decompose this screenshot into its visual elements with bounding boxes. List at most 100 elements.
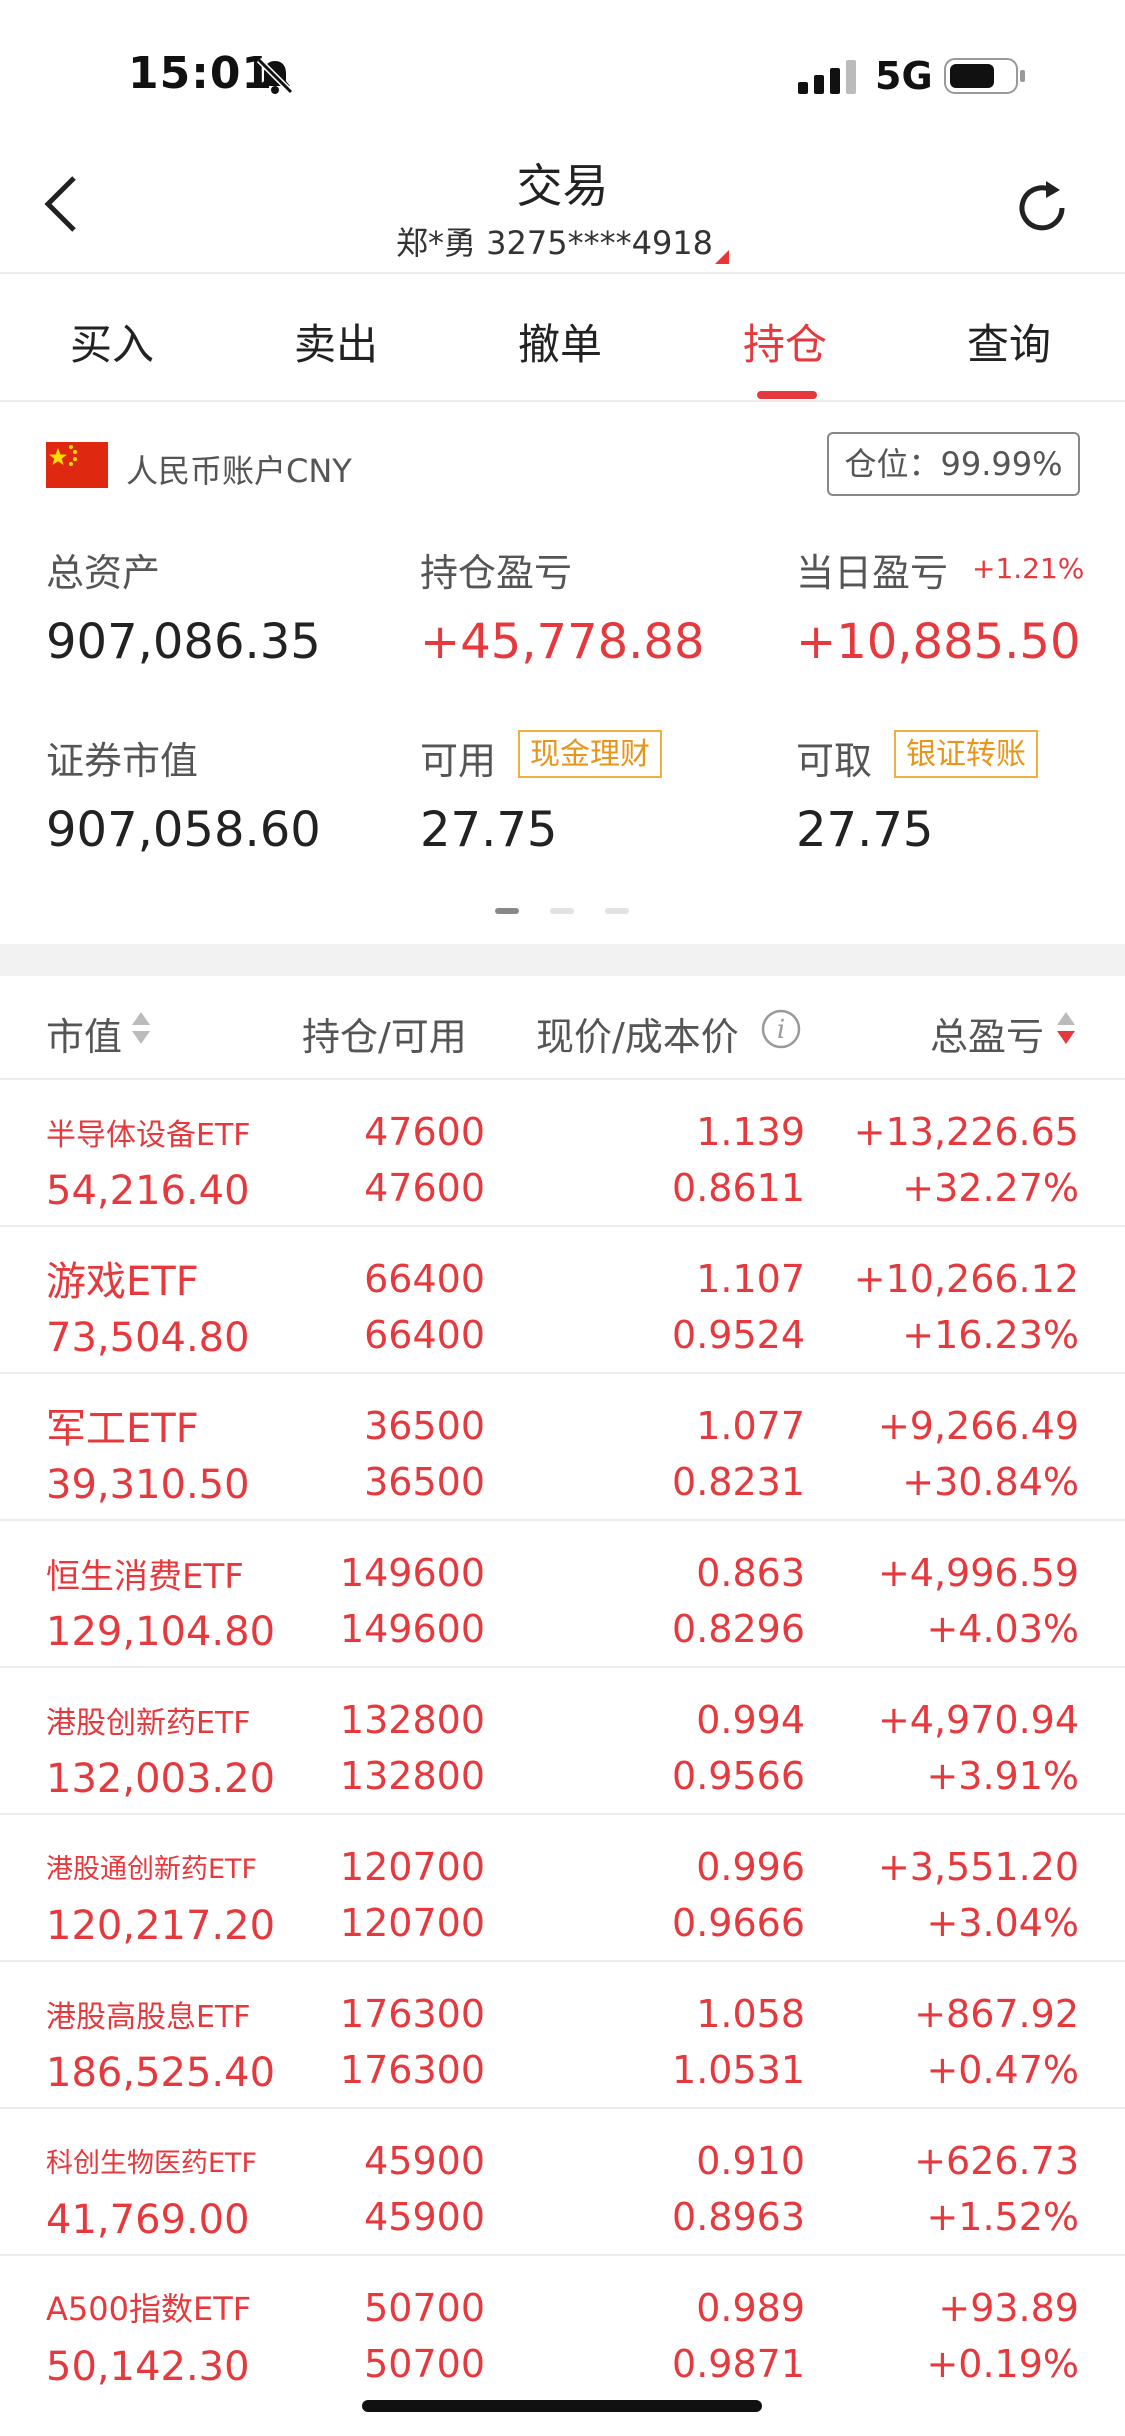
table-row[interactable]: 游戏ETF 73,504.80 66400 66400 1.107 0.9524… [0,1225,1125,1372]
total-pl-percent: +16.23% [902,1313,1079,1357]
tab-positions[interactable]: 持仓 [743,311,827,372]
cost-price: 0.8611 [672,1166,805,1210]
table-row[interactable]: 港股高股息ETF 186,525.40 176300 176300 1.058 … [0,1960,1125,2107]
sort-desc-icon[interactable] [1055,1010,1077,1046]
tab-sell[interactable]: 卖出 [294,311,378,372]
current-price: 1.139 [696,1110,805,1154]
status-time: 15:01 [128,48,274,99]
market-value: 41,769.00 [46,2197,250,2243]
market-value: 73,504.80 [46,1315,250,1361]
total-pl: +626.73 [914,2139,1079,2183]
current-price: 0.989 [696,2286,805,2330]
refresh-icon[interactable] [1010,176,1074,240]
positions-table-header: 市值 持仓/可用 现价/成本价 i 总盈亏 [0,976,1125,1078]
available-qty: 120700 [339,1901,485,1945]
total-assets-label: 总资产 [46,551,161,595]
total-pl-percent: +4.03% [926,1607,1079,1651]
security-name: 游戏ETF [46,1259,199,1305]
tab-cancel[interactable]: 撤单 [518,311,602,372]
table-row[interactable]: 科创生物医药ETF 41,769.00 45900 45900 0.910 0.… [0,2107,1125,2254]
available-qty: 149600 [339,1607,485,1651]
current-price: 1.058 [696,1992,805,2036]
available-qty: 176300 [339,2048,485,2092]
market-value: 120,217.20 [46,1903,276,1949]
total-pl-percent: +0.47% [926,2048,1079,2092]
security-name: 港股创新药ETF [46,1706,251,1741]
cost-price: 0.8231 [672,1460,805,1504]
header-total-pl[interactable]: 总盈亏 [930,1006,1044,1061]
current-price: 1.077 [696,1404,805,1448]
table-row[interactable]: 半导体设备ETF 54,216.40 47600 47600 1.139 0.8… [0,1078,1125,1225]
holding-qty: 47600 [364,1110,485,1154]
position-ratio-badge: 仓位：99.99% [827,432,1080,496]
currency-account-label: 人民币账户CNY [126,452,352,490]
network-type: 5G [875,54,933,98]
info-icon[interactable]: i [760,1008,802,1050]
available-value: 27.75 [420,802,558,858]
total-pl: +93.89 [938,2286,1079,2330]
market-value: 129,104.80 [46,1609,276,1655]
security-name: A500指数ETF [46,2290,252,2328]
market-value-value: 907,058.60 [46,802,321,858]
china-flag-icon [46,442,108,488]
total-pl: +867.92 [914,1992,1079,2036]
account-selector[interactable]: 郑*勇 3275****4918 [0,218,1125,264]
page-dot [550,908,574,914]
total-pl: +10,266.12 [853,1257,1079,1301]
holding-qty: 176300 [339,1992,485,2036]
tab-buy[interactable]: 买入 [70,311,154,372]
total-pl-percent: +30.84% [902,1460,1079,1504]
nav-header: 交易 郑*勇 3275****4918 [0,150,1125,270]
security-name: 军工ETF [46,1406,199,1452]
total-assets-value: 907,086.35 [46,614,321,670]
table-row[interactable]: 军工ETF 39,310.50 36500 36500 1.077 0.8231… [0,1372,1125,1519]
signal-icon [798,60,856,94]
page-dot [605,908,629,914]
cost-price: 0.8296 [672,1607,805,1651]
total-pl-percent: +3.04% [926,1901,1079,1945]
current-price: 1.107 [696,1257,805,1301]
daily-pl-value: +10,885.50 [796,614,1081,670]
withdrawable-label: 可取 [796,739,873,783]
holding-pl-label: 持仓盈亏 [420,551,573,595]
withdrawable-value: 27.75 [796,802,934,858]
status-bar: 15:01 5G [0,0,1125,150]
holding-qty: 45900 [364,2139,485,2183]
active-tab-indicator [757,391,817,399]
header-price-cost: 现价/成本价 [536,1015,739,1059]
available-qty: 132800 [339,1754,485,1798]
table-row[interactable]: 恒生消费ETF 129,104.80 149600 149600 0.863 0… [0,1519,1125,1666]
table-row[interactable]: 港股创新药ETF 132,003.20 132800 132800 0.994 … [0,1666,1125,1813]
available-qty: 36500 [364,1460,485,1504]
security-name: 港股高股息ETF [46,2000,251,2035]
cost-price: 0.8963 [672,2195,805,2239]
holding-qty: 149600 [339,1551,485,1595]
total-pl: +13,226.65 [853,1110,1079,1154]
total-pl: +4,996.59 [877,1551,1079,1595]
cost-price: 0.9524 [672,1313,805,1357]
home-indicator[interactable] [362,2400,762,2412]
holding-pl-value: +45,778.88 [420,614,705,670]
table-row[interactable]: 港股通创新药ETF 120,217.20 120700 120700 0.996… [0,1813,1125,1960]
total-pl: +3,551.20 [877,1845,1079,1889]
total-pl-percent: +3.91% [926,1754,1079,1798]
available-qty: 45900 [364,2195,485,2239]
bank-transfer-button[interactable]: 银证转账 [894,730,1038,778]
market-value-label: 证券市值 [46,739,199,783]
page-title: 交易 [516,159,609,213]
table-row[interactable]: A500指数ETF 50,142.30 50700 50700 0.989 0.… [0,2254,1125,2401]
market-value: 186,525.40 [46,2050,276,2096]
page-indicator [495,908,635,916]
holding-qty: 50700 [364,2286,485,2330]
svg-text:i: i [777,1015,785,1045]
sort-icon[interactable] [130,1010,152,1046]
current-price: 0.996 [696,1845,805,1889]
header-market-value[interactable]: 市值 [46,1006,122,1061]
security-name: 科创生物医药ETF [46,2148,258,2179]
total-pl-percent: +0.19% [926,2342,1079,2386]
total-pl-percent: +32.27% [902,1166,1079,1210]
cash-management-button[interactable]: 现金理财 [518,730,662,778]
battery-icon [944,58,1025,94]
tab-query[interactable]: 查询 [967,311,1051,372]
cost-price: 0.9666 [672,1901,805,1945]
